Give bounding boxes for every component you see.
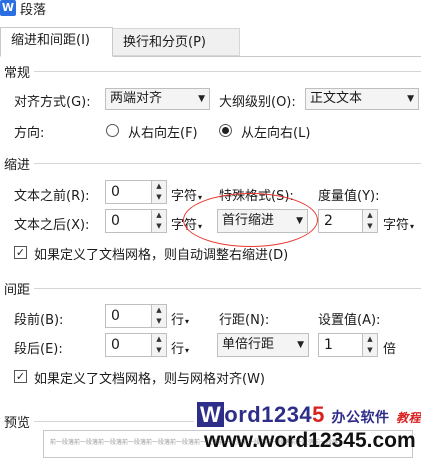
indent-before-value: 0 <box>111 184 120 200</box>
tab-line-page-breaks[interactable]: 换行和分页(P) <box>113 28 240 56</box>
measure-label: 度量值(Y): <box>318 189 380 204</box>
spacing-before-spinner[interactable]: 0 ▲ ▼ <box>105 304 167 328</box>
measure-unit-text: 字符 <box>383 218 410 233</box>
setting-value-label: 设置值(A): <box>318 313 381 328</box>
alignment-label: 对齐方式(G): <box>14 95 91 110</box>
indent-section-divider <box>34 163 421 164</box>
spinner-buttons[interactable]: ▲ ▼ <box>151 210 166 232</box>
watermark-logo-w: W <box>197 402 225 427</box>
spinner-buttons[interactable]: ▲ ▼ <box>362 210 377 232</box>
rtl-radio[interactable] <box>106 124 119 137</box>
line-spacing-select-value: 单倍行距 <box>222 337 275 352</box>
spacing-grid-checkbox-label[interactable]: 如果定义了文档网格，则与网格对齐(W) <box>34 368 265 387</box>
general-section-divider <box>34 71 421 72</box>
spacing-after-label: 段后(E): <box>14 342 63 357</box>
caret-down-icon: ▾ <box>410 222 415 231</box>
watermark-logo-cn: 办公软件 <box>331 409 390 425</box>
outline-level-select[interactable]: 正文文本 ▼ <box>305 88 419 110</box>
indent-before-label: 文本之前(R): <box>14 189 90 204</box>
spin-down-icon[interactable]: ▼ <box>152 192 166 203</box>
measure-spinner[interactable]: 2 ▲ ▼ <box>318 209 378 233</box>
watermark-logo: Word12345 办公软件 教程 <box>197 402 421 428</box>
spacing-grid-checkbox[interactable]: ✓ <box>14 370 27 383</box>
spin-up-icon[interactable]: ▲ <box>152 181 166 192</box>
tab-indent-spacing[interactable]: 缩进和间距(I) <box>0 27 113 57</box>
annotation-ellipse <box>183 193 318 247</box>
spinner-buttons[interactable]: ▲ ▼ <box>151 305 166 327</box>
spin-up-icon[interactable]: ▲ <box>152 334 166 345</box>
general-section-heading: 常规 <box>4 66 31 81</box>
title-bar: W 段落 <box>0 0 421 20</box>
direction-label: 方向: <box>14 126 45 141</box>
caret-down-icon: ▾ <box>185 346 190 355</box>
watermark-logo-5: 5 <box>312 402 325 427</box>
caret-down-icon: ▾ <box>185 317 190 326</box>
spin-up-icon[interactable]: ▲ <box>363 210 377 221</box>
spin-down-icon[interactable]: ▼ <box>363 221 377 232</box>
spacing-after-unit[interactable]: 行▾ <box>171 338 189 357</box>
spacing-before-unit[interactable]: 行▾ <box>171 309 189 328</box>
spin-down-icon[interactable]: ▼ <box>152 345 166 356</box>
chevron-down-icon: ▼ <box>407 94 414 104</box>
spin-down-icon[interactable]: ▼ <box>152 316 166 327</box>
chevron-down-icon: ▼ <box>297 340 304 350</box>
spacing-section-heading: 间距 <box>4 283 31 298</box>
indent-after-value: 0 <box>111 213 120 229</box>
indent-after-spinner[interactable]: 0 ▲ ▼ <box>105 209 167 233</box>
watermark-logo-num: 1234 <box>261 402 313 427</box>
spin-down-icon[interactable]: ▼ <box>363 345 377 356</box>
indent-before-unit[interactable]: 字符▾ <box>171 185 202 204</box>
spinner-buttons[interactable]: ▲ ▼ <box>151 181 166 203</box>
measure-value: 2 <box>324 213 333 229</box>
spacing-before-unit-text: 行 <box>171 313 185 328</box>
outline-level-select-value: 正文文本 <box>310 91 363 106</box>
spacing-after-unit-text: 行 <box>171 342 185 357</box>
line-spacing-select[interactable]: 单倍行距 ▼ <box>217 333 309 357</box>
indent-before-unit-text: 字符 <box>171 189 198 204</box>
indent-grid-checkbox[interactable]: ✓ <box>14 246 27 259</box>
indent-after-label: 文本之后(X): <box>14 218 90 233</box>
spin-down-icon[interactable]: ▼ <box>152 221 166 232</box>
spacing-after-value: 0 <box>111 337 120 353</box>
spacing-after-spinner[interactable]: 0 ▲ ▼ <box>105 333 167 357</box>
watermark-url: www.word12345.com <box>204 429 416 452</box>
setting-value-spinner[interactable]: 1 ▲ ▼ <box>318 333 378 357</box>
spacing-before-value: 0 <box>111 308 120 324</box>
outline-level-label: 大纲级别(O): <box>219 95 296 110</box>
app-icon: W <box>0 0 16 16</box>
spin-up-icon[interactable]: ▲ <box>152 210 166 221</box>
ltr-radio[interactable] <box>219 124 232 137</box>
setting-value: 1 <box>324 337 333 353</box>
spin-up-icon[interactable]: ▲ <box>152 305 166 316</box>
setting-unit: 倍 <box>383 342 397 357</box>
spinner-buttons[interactable]: ▲ ▼ <box>151 334 166 356</box>
preview-section-heading: 预览 <box>4 416 31 431</box>
ltr-radio-label[interactable]: 从左向右(L) <box>241 122 310 141</box>
chevron-down-icon: ▼ <box>198 94 205 104</box>
window-title: 段落 <box>20 3 47 18</box>
rtl-radio-label[interactable]: 从右向左(F) <box>128 122 198 141</box>
watermark-logo-ord: ord <box>224 402 262 427</box>
alignment-select-value: 两端对齐 <box>110 91 163 106</box>
preview-section-divider <box>34 421 194 422</box>
spacing-before-label: 段前(B): <box>14 313 64 328</box>
indent-grid-checkbox-label[interactable]: 如果定义了文档网格，则自动调整右缩进(D) <box>34 244 288 263</box>
measure-unit[interactable]: 字符▾ <box>383 214 414 233</box>
spin-up-icon[interactable]: ▲ <box>363 334 377 345</box>
spacing-section-divider <box>34 288 421 289</box>
watermark-logo-cn2: 教程 <box>396 411 421 425</box>
indent-before-spinner[interactable]: 0 ▲ ▼ <box>105 180 167 204</box>
line-spacing-label: 行距(N): <box>219 313 270 328</box>
spinner-buttons[interactable]: ▲ ▼ <box>362 334 377 356</box>
alignment-select[interactable]: 两端对齐 ▼ <box>105 88 210 110</box>
indent-section-heading: 缩进 <box>4 158 31 173</box>
